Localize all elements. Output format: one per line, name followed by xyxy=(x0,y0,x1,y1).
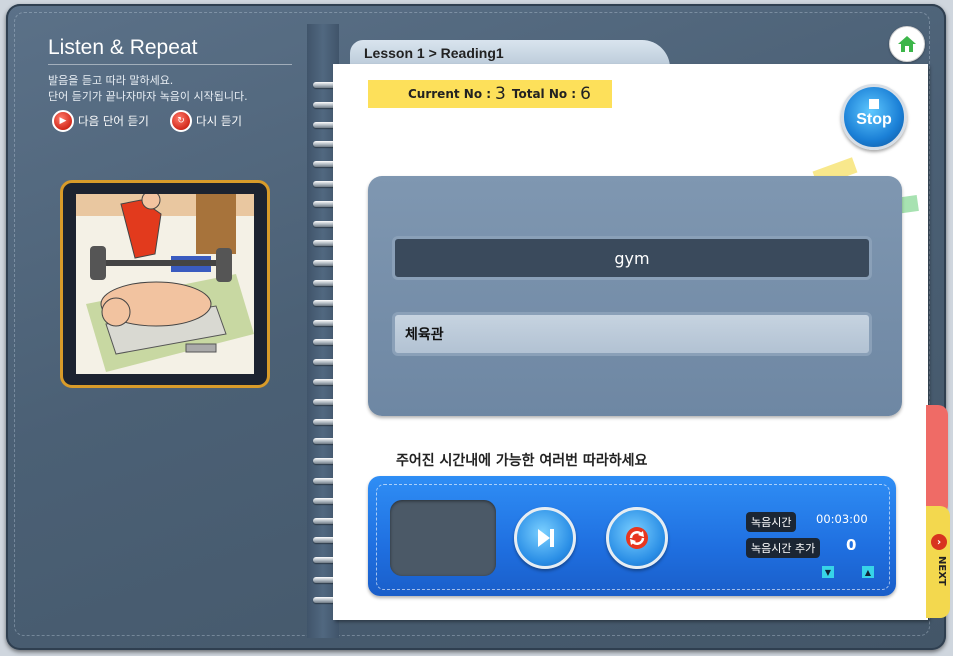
current-label: Current No : xyxy=(408,87,492,101)
play-next-icon: ▶ xyxy=(52,110,74,132)
home-icon xyxy=(898,36,916,52)
record-time-label: 녹음시간 xyxy=(746,512,797,532)
next-word-label: 다음 단어 듣기 xyxy=(78,114,149,128)
replay-icon xyxy=(626,527,648,549)
gym-illustration xyxy=(76,194,254,374)
picture-frame xyxy=(60,180,270,388)
home-button[interactable] xyxy=(889,26,925,62)
add-time-value: 0 xyxy=(846,536,857,554)
progress-counter: Current No : 3 Total No : 6 xyxy=(368,80,612,108)
play-next-button[interactable] xyxy=(514,507,576,569)
current-value: 3 xyxy=(495,84,506,104)
play-next-icon xyxy=(538,529,554,547)
replay-button[interactable]: ↻ 다시 듣기 xyxy=(170,110,242,132)
replay-icon: ↻ xyxy=(170,110,192,132)
meaning-display: 체육관 xyxy=(392,312,872,356)
total-value: 6 xyxy=(580,84,591,104)
recorder-display xyxy=(390,500,496,576)
total-label: Total No : xyxy=(511,87,577,101)
arrow-up-icon: ▲ xyxy=(864,567,872,577)
side-tab xyxy=(926,405,948,515)
instruction-line-2: 단어 듣기가 끝나자마자 녹음이 시작됩니다. xyxy=(48,90,248,103)
stop-button[interactable]: Stop xyxy=(841,84,907,150)
word-card xyxy=(368,176,902,416)
replay-label: 다시 듣기 xyxy=(196,114,242,128)
replay-record-button[interactable] xyxy=(606,507,668,569)
instruction-line-1: 발음을 듣고 따라 말하세요. xyxy=(48,74,174,87)
app-window: Listen & Repeat 발음을 듣고 따라 말하세요. 단어 듣기가 끝… xyxy=(0,0,953,656)
increase-time-button[interactable]: ▲ xyxy=(862,566,874,578)
breadcrumb: Lesson 1 > Reading1 xyxy=(364,45,504,61)
next-label: NEXT xyxy=(936,556,947,586)
record-time-value: 00:03:00 xyxy=(816,512,868,526)
title-divider xyxy=(48,64,292,65)
word-display: gym xyxy=(392,236,872,280)
stop-icon xyxy=(869,99,879,109)
practice-instruction: 주어진 시간내에 가능한 여러번 따라하세요 xyxy=(396,453,648,469)
activity-title: Listen & Repeat xyxy=(48,36,198,59)
next-word-button[interactable]: ▶ 다음 단어 듣기 xyxy=(52,110,149,132)
arrow-down-icon: ▼ xyxy=(824,567,832,577)
chevron-right-icon: › xyxy=(931,534,947,550)
stop-label: Stop xyxy=(856,111,892,128)
decrease-time-button[interactable]: ▼ xyxy=(822,566,834,578)
add-time-label: 녹음시간 추가 xyxy=(746,538,821,558)
